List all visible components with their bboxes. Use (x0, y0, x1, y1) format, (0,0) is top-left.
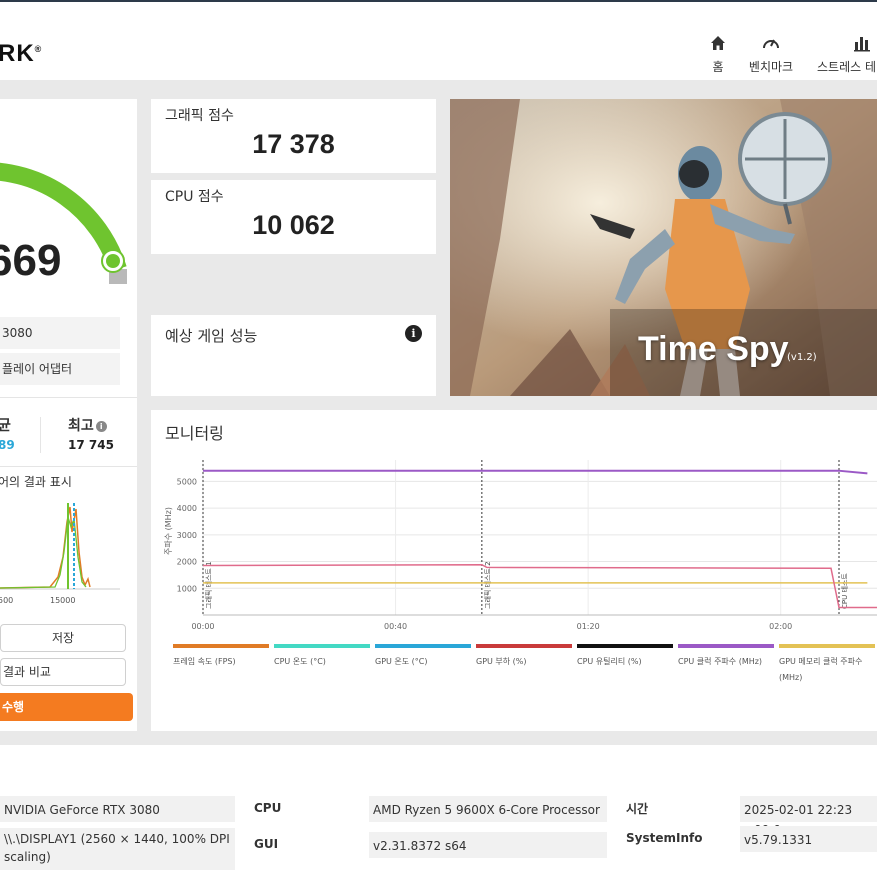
graphics-score-card: 그래픽 점수 17 378 (151, 99, 436, 173)
home-icon (703, 34, 733, 54)
legend-item[interactable]: CPU 온도 (°C) (274, 644, 372, 670)
benchmark-title: Time Spy (638, 330, 789, 368)
histogram-tick: 15000 (50, 596, 76, 605)
cpu-label: CPU (254, 801, 282, 815)
cpu-score-label: CPU 점수 (165, 189, 224, 205)
speedometer-icon (741, 34, 801, 54)
info-icon[interactable]: i (405, 325, 422, 342)
max-label: 최고 i (68, 415, 107, 435)
max-value: 17 745 (68, 438, 114, 452)
estimated-game-performance-card: 예상 게임 성능 i (151, 315, 436, 396)
gui-info-value: v2.31.8372 s64 (369, 832, 607, 858)
y-tick-label: 4000 (177, 504, 197, 513)
gui-label: GUI (254, 837, 279, 851)
score-distribution-histogram (0, 503, 120, 590)
legend-swatch (476, 644, 572, 648)
cpu-info-value: AMD Ryzen 5 9600X 6-Core Processor (369, 796, 607, 822)
legend-swatch (577, 644, 673, 648)
divider (40, 417, 41, 453)
info-icon[interactable]: i (95, 421, 107, 432)
x-tick-label: 00:40 (384, 622, 407, 631)
estimated-performance-label: 예상 게임 성능 (165, 327, 258, 345)
x-tick-label: 00:00 (191, 622, 214, 631)
legend-label: 프레임 속도 (FPS) (173, 657, 236, 666)
legend-label: CPU 클럭 주파수 (MHz) (678, 657, 763, 666)
divider (0, 397, 137, 398)
nav-home[interactable]: 홈 (703, 34, 733, 75)
legend-swatch (173, 644, 269, 648)
average-label: 균 (0, 418, 11, 434)
legend-label: GPU 메모리 클럭 주파수 (MHz) (779, 657, 863, 682)
monitoring-panel: 모니터링 1000 2000 3000 4000 5000 00:00 00:40 01:20… (151, 410, 877, 731)
gpu-name: 3080 (0, 317, 120, 349)
app-logo: RK® (0, 40, 43, 67)
y-tick-label: 3000 (177, 531, 197, 540)
legend-item[interactable]: 프레임 속도 (FPS) (173, 644, 271, 670)
compare-results-button[interactable]: 결과 비교 (0, 658, 126, 686)
run-test-button[interactable]: 수행 (0, 693, 133, 721)
legend-item[interactable]: GPU 온도 (°C) (375, 644, 473, 670)
y-tick-label: 1000 (177, 584, 197, 593)
legend-label: GPU 온도 (°C) (375, 657, 428, 666)
bar-chart-icon (813, 34, 877, 54)
nav-home-label: 홈 (712, 60, 724, 74)
legend-label: CPU 유틸리티 (%) (577, 657, 642, 666)
time-info-value: 2025-02-01 22:23 +09:0 (740, 796, 877, 837)
system-info-panel: NVIDIA GeForce RTX 3080 \\.\DISPLAY1 (25… (0, 745, 877, 877)
legend-label: GPU 부하 (%) (476, 657, 527, 666)
systeminfo-value: v5.79.1331 (740, 826, 877, 852)
test-marker-label: 그래픽 테스트 2 (483, 561, 492, 609)
gpu-clock-line (202, 564, 877, 609)
x-tick-label: 01:20 (577, 622, 600, 631)
gpu-info-value: NVIDIA GeForce RTX 3080 (0, 796, 235, 822)
monitoring-title: 모니터링 (165, 424, 224, 443)
save-button[interactable]: 저장 (0, 624, 126, 652)
graphics-score-label: 그래픽 점수 (165, 108, 234, 124)
y-axis-label: 주파수 (MHz) (164, 507, 173, 555)
time-label: 시간 (626, 802, 649, 816)
y-tick-label: 2000 (177, 558, 197, 567)
score-summary-card: 669 3080 플레이 어댑터 균 89 최고 i 17 745 어의 결과 표… (0, 99, 137, 731)
cpu-score-card: CPU 점수 10 062 (151, 180, 436, 254)
app-header: RK® 홈 벤치마크 스트레스 테 (0, 0, 877, 80)
histogram-tick: 500 (0, 596, 14, 605)
test-marker-label: 그래픽 테스트 1 (204, 561, 213, 609)
legend-label: CPU 온도 (°C) (274, 657, 326, 666)
cpu-clock-line (203, 469, 868, 475)
legend-item[interactable]: CPU 클럭 주파수 (MHz) (678, 644, 776, 670)
legend-swatch (779, 644, 875, 648)
display-info-value: \\.\DISPLAY1 (2560 × 1440, 100% DPI scal… (0, 828, 235, 870)
x-tick-label: 02:00 (769, 622, 792, 631)
display-adapter: 플레이 어댑터 (0, 353, 120, 385)
compare-label: 어의 결과 표시 (0, 475, 72, 489)
legend-swatch (375, 644, 471, 648)
cpu-score-value: 10 062 (252, 210, 335, 240)
benchmark-version: (v1.2) (787, 352, 817, 363)
nav-benchmark-label: 벤치마크 (748, 60, 794, 74)
overall-score: 669 (0, 236, 62, 285)
systeminfo-label: SystemInfo (626, 831, 703, 845)
legend-item[interactable]: GPU 부하 (%) (476, 644, 574, 670)
graphics-score-value: 17 378 (252, 129, 335, 159)
y-tick-label: 5000 (177, 477, 197, 486)
legend-swatch (678, 644, 774, 648)
nav-benchmark[interactable]: 벤치마크 (741, 34, 801, 75)
test-marker-label: CPU 테스트 (841, 573, 849, 609)
legend-item[interactable]: CPU 유틸리티 (%) (577, 644, 675, 670)
nav-stress-label: 스트레스 테 (817, 60, 877, 74)
legend-item[interactable]: GPU 메모리 클럭 주파수 (MHz) (779, 644, 877, 686)
legend-swatch (274, 644, 370, 648)
nav-stress-test[interactable]: 스트레스 테 (813, 34, 877, 75)
divider (0, 466, 137, 467)
monitoring-chart: 1000 2000 3000 4000 5000 00:00 00:40 01:20 02:00… (164, 460, 877, 631)
average-value: 89 (0, 438, 15, 452)
